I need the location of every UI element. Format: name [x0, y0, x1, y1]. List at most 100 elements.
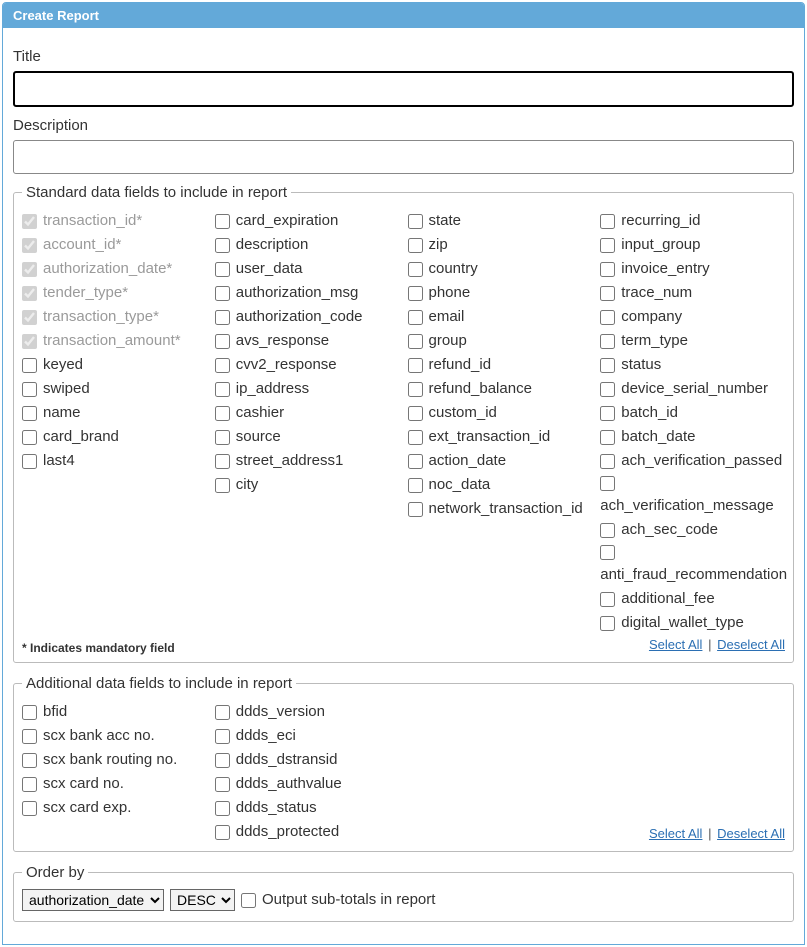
subtotal-checkbox[interactable]	[241, 893, 256, 908]
addl-field-checkbox[interactable]	[215, 729, 230, 744]
std-field-checkbox[interactable]	[215, 478, 230, 493]
std-field-checkbox[interactable]	[215, 454, 230, 469]
std-field-checkbox[interactable]	[22, 406, 37, 421]
std-field-checkbox[interactable]	[215, 286, 230, 301]
std-select-all-link[interactable]: Select All	[649, 637, 702, 652]
std-field-checkbox[interactable]	[408, 454, 423, 469]
std-field-checkbox[interactable]	[408, 310, 423, 325]
std-field-row: country	[408, 257, 593, 281]
addl-field-checkbox[interactable]	[215, 825, 230, 840]
order-by-field-select[interactable]: authorization_date	[22, 889, 164, 911]
addl-field-checkbox[interactable]	[215, 753, 230, 768]
addl-col-1: bfidscx bank acc no.scx bank routing no.…	[22, 700, 207, 844]
panel-title: Create Report	[3, 3, 804, 28]
std-field-checkbox[interactable]	[408, 406, 423, 421]
description-input[interactable]	[13, 140, 794, 174]
std-field-label: batch_date	[621, 428, 695, 446]
std-field-checkbox[interactable]	[600, 592, 615, 607]
addl-field-checkbox[interactable]	[22, 729, 37, 744]
std-field-checkbox[interactable]	[215, 406, 230, 421]
std-field-row: company	[600, 305, 785, 329]
std-field-checkbox[interactable]	[408, 334, 423, 349]
std-field-checkbox[interactable]	[215, 382, 230, 397]
std-field-checkbox[interactable]	[600, 523, 615, 538]
std-field-checkbox[interactable]	[600, 430, 615, 445]
std-field-checkbox[interactable]	[22, 454, 37, 469]
std-field-checkbox	[22, 238, 37, 253]
std-field-checkbox[interactable]	[215, 358, 230, 373]
title-input[interactable]	[13, 71, 794, 107]
std-field-checkbox[interactable]	[600, 382, 615, 397]
std-field-label: ach_verification_message	[600, 497, 773, 515]
std-field-checkbox[interactable]	[600, 310, 615, 325]
title-block: Title	[13, 48, 794, 107]
std-field-checkbox[interactable]	[600, 616, 615, 631]
std-field-checkbox[interactable]	[408, 262, 423, 277]
std-field-checkbox[interactable]	[600, 286, 615, 301]
std-deselect-all-link[interactable]: Deselect All	[717, 637, 785, 652]
std-field-checkbox[interactable]	[215, 238, 230, 253]
std-field-checkbox[interactable]	[215, 310, 230, 325]
std-field-checkbox[interactable]	[408, 214, 423, 229]
addl-field-row: bfid	[22, 700, 207, 724]
std-field-checkbox[interactable]	[408, 430, 423, 445]
std-field-checkbox[interactable]	[600, 238, 615, 253]
std-col-1: transaction_id*account_id*authorization_…	[22, 209, 207, 635]
std-field-checkbox[interactable]	[22, 430, 37, 445]
subtotal-label: Output sub-totals in report	[262, 891, 435, 909]
std-field-row: street_address1	[215, 449, 400, 473]
addl-field-checkbox[interactable]	[215, 705, 230, 720]
addl-field-checkbox[interactable]	[215, 801, 230, 816]
std-field-label: swiped	[43, 380, 90, 398]
std-field-checkbox[interactable]	[408, 286, 423, 301]
std-field-checkbox[interactable]	[408, 478, 423, 493]
std-field-checkbox[interactable]	[408, 238, 423, 253]
std-field-row: status	[600, 353, 785, 377]
addl-field-checkbox[interactable]	[22, 801, 37, 816]
std-field-row: source	[215, 425, 400, 449]
std-field-checkbox[interactable]	[600, 334, 615, 349]
addl-field-label: ddds_version	[236, 703, 325, 721]
std-field-label: card_expiration	[236, 212, 339, 230]
std-field-checkbox[interactable]	[600, 476, 615, 491]
std-field-checkbox[interactable]	[215, 334, 230, 349]
std-field-checkbox[interactable]	[408, 502, 423, 517]
std-field-row: refund_id	[408, 353, 593, 377]
addl-field-label: scx bank acc no.	[43, 727, 155, 745]
addl-field-checkbox[interactable]	[22, 753, 37, 768]
std-field-checkbox[interactable]	[600, 214, 615, 229]
std-field-label: network_transaction_id	[429, 500, 583, 518]
std-field-label: name	[43, 404, 81, 422]
std-col-3: statezipcountryphoneemailgrouprefund_idr…	[408, 209, 593, 635]
addl-field-row: scx bank acc no.	[22, 724, 207, 748]
std-field-checkbox[interactable]	[600, 262, 615, 277]
std-field-label: transaction_id*	[43, 212, 142, 230]
std-field-checkbox[interactable]	[408, 382, 423, 397]
std-field-row: term_type	[600, 329, 785, 353]
addl-select-all-link[interactable]: Select All	[649, 826, 702, 841]
std-field-checkbox[interactable]	[22, 382, 37, 397]
std-field-checkbox[interactable]	[215, 430, 230, 445]
order-by-direction-select[interactable]: DESC	[170, 889, 235, 911]
std-field-checkbox[interactable]	[408, 358, 423, 373]
addl-deselect-all-link[interactable]: Deselect All	[717, 826, 785, 841]
std-field-row: custom_id	[408, 401, 593, 425]
std-col-4: recurring_idinput_groupinvoice_entrytrac…	[600, 209, 785, 635]
std-field-checkbox[interactable]	[215, 262, 230, 277]
std-field-checkbox[interactable]	[600, 358, 615, 373]
std-field-row: user_data	[215, 257, 400, 281]
addl-field-label: ddds_eci	[236, 727, 296, 745]
std-field-row: description	[215, 233, 400, 257]
addl-field-checkbox[interactable]	[22, 777, 37, 792]
std-field-label: refund_id	[429, 356, 492, 374]
std-field-label: ip_address	[236, 380, 309, 398]
std-field-checkbox[interactable]	[600, 545, 615, 560]
addl-field-checkbox[interactable]	[22, 705, 37, 720]
std-field-checkbox[interactable]	[600, 454, 615, 469]
addl-field-checkbox[interactable]	[215, 777, 230, 792]
std-field-checkbox[interactable]	[600, 406, 615, 421]
std-field-label: state	[429, 212, 462, 230]
std-field-checkbox[interactable]	[22, 358, 37, 373]
std-field-checkbox[interactable]	[215, 214, 230, 229]
addl-field-row: ddds_authvalue	[215, 772, 400, 796]
